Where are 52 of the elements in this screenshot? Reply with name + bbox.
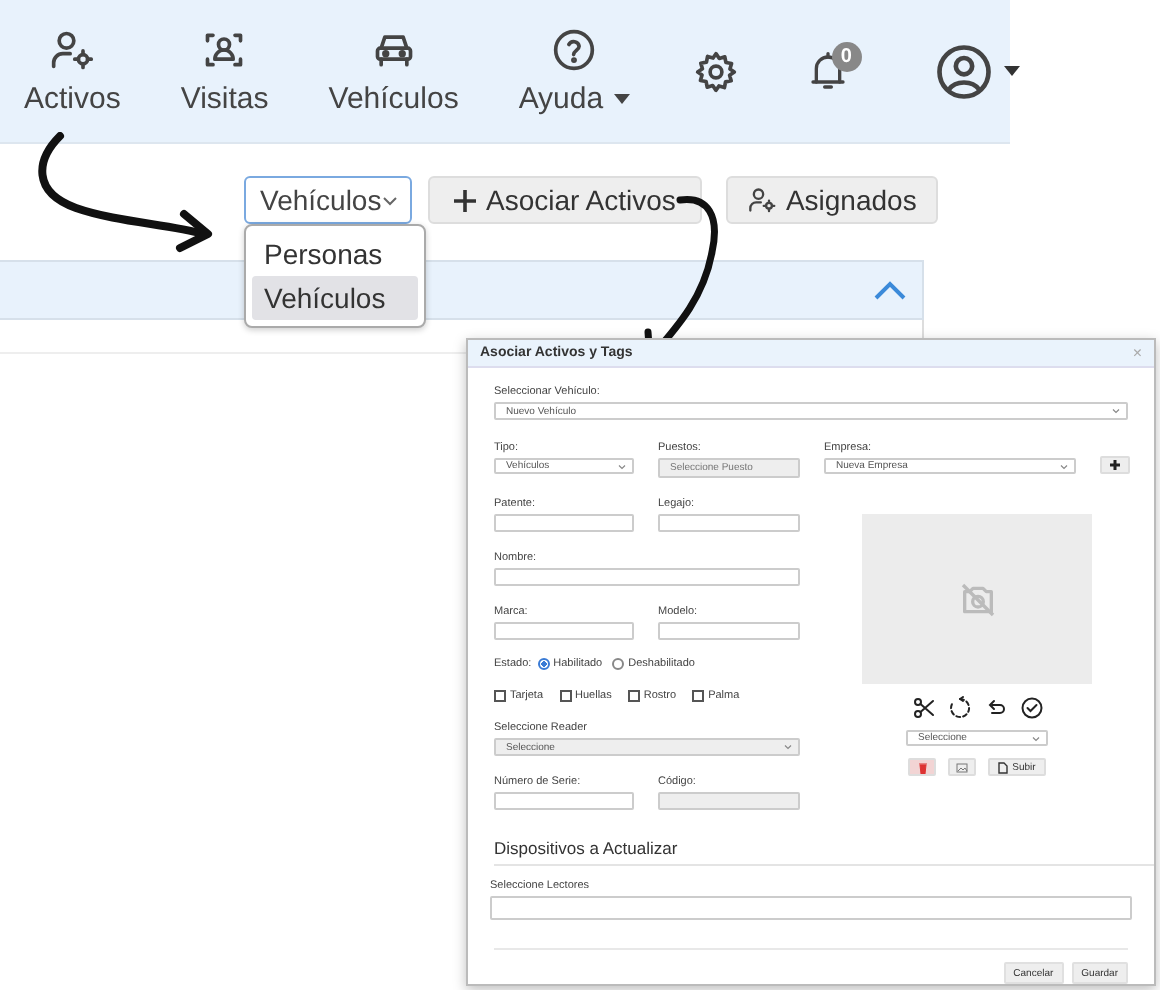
type-select[interactable]: Vehículos [244,176,412,224]
image-icon [956,761,969,773]
chevron-down-icon [1112,408,1120,414]
chevron-down-icon [1060,463,1068,469]
radio-button[interactable] [612,658,625,670]
section-heading: Dispositivos a Actualizar [494,838,1154,866]
nav-link[interactable]: Ayuda [518,27,630,115]
checkbox[interactable] [692,690,705,702]
user-gear-icon [50,27,95,71]
add-button[interactable] [1100,456,1130,474]
checkbox[interactable] [559,690,572,702]
camera-off-icon [957,579,997,619]
radio-button[interactable] [537,658,550,670]
chevron-up-icon[interactable] [874,280,906,300]
nav-link[interactable]: Vehículos [328,27,459,115]
chevron-down-icon [618,463,626,469]
rotate-icon[interactable] [947,696,971,720]
nav-link[interactable]: Activos [24,27,121,115]
checkbox[interactable] [627,690,640,702]
plus-icon [1110,460,1120,470]
model-field[interactable] [658,622,800,640]
file-icon [998,761,1009,773]
image-button[interactable] [948,758,977,776]
brand-field[interactable] [494,622,634,640]
user-avatar-icon[interactable] [935,43,992,99]
bell-icon[interactable] [807,49,848,93]
delete-button[interactable] [908,758,937,776]
checkbox[interactable] [494,690,506,702]
chevron-down-icon [784,744,792,750]
notification-badge: 0 [831,41,862,71]
user-gear-icon [747,186,776,214]
readers-field[interactable] [490,896,1132,920]
check-circle-icon[interactable] [1019,696,1043,720]
name-field[interactable] [494,568,800,586]
chevron-down-icon [381,195,398,205]
dropdown-option[interactable]: Vehículos [252,276,418,320]
serial-field[interactable] [494,792,634,810]
chevron-down-icon [1032,735,1040,741]
file-number-field[interactable] [658,514,800,532]
undo-icon[interactable] [983,696,1007,720]
plate-field[interactable] [494,514,634,532]
caret-icon [613,93,630,103]
plus-icon [454,189,476,211]
scissors-icon[interactable] [911,696,935,720]
assigned-button[interactable]: Asignados [725,176,939,224]
associate-button[interactable]: Asociar Activos [428,176,702,224]
trash-icon [917,761,928,773]
caret-icon[interactable] [1003,66,1020,76]
settings-icon[interactable] [693,49,738,93]
dropdown-option[interactable]: Personas [252,232,418,276]
nav-link[interactable]: Visitas [180,27,269,115]
help-icon [551,27,596,71]
